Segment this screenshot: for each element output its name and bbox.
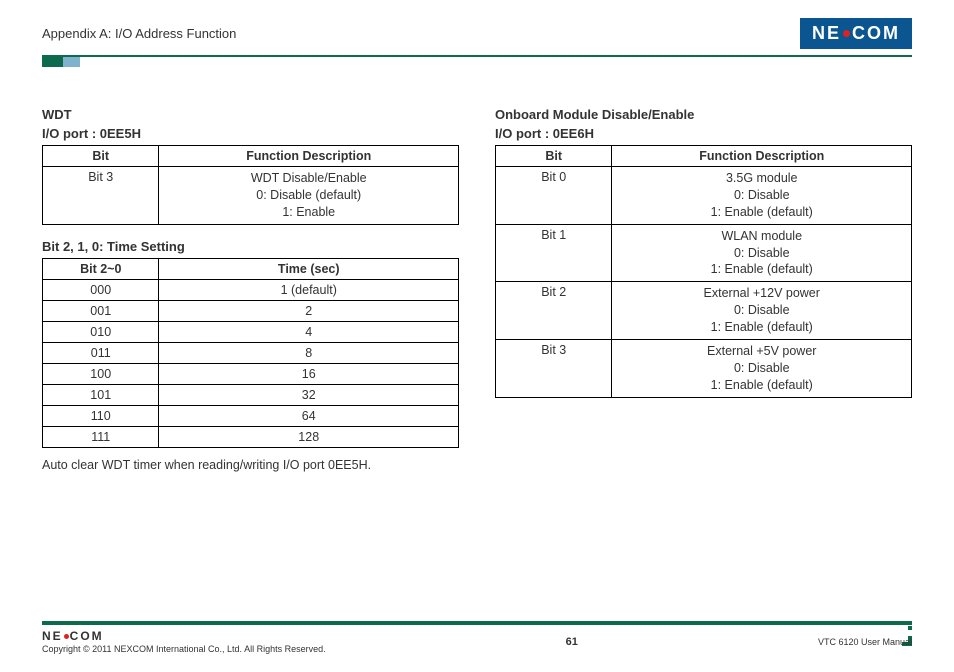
table-row: 0001 (default) bbox=[43, 279, 459, 300]
right-column: Onboard Module Disable/Enable I/O port :… bbox=[495, 107, 912, 472]
col-func: Function Description bbox=[159, 146, 459, 167]
desc-line: 1: Enable (default) bbox=[620, 204, 903, 221]
cell-desc: External +5V power0: Disable1: Enable (d… bbox=[612, 339, 912, 397]
cell-bit: Bit 0 bbox=[496, 167, 612, 225]
col-bit: Bit bbox=[43, 146, 159, 167]
left-column: WDT I/O port : 0EE5H Bit Function Descri… bbox=[42, 107, 459, 472]
table-header-row: Bit Function Description bbox=[43, 146, 459, 167]
desc-line: 0: Disable (default) bbox=[167, 187, 450, 204]
cell-bit: Bit 1 bbox=[496, 224, 612, 282]
wdt-table: Bit Function Description Bit 3 WDT Disab… bbox=[42, 145, 459, 225]
footer-logo-right: COM bbox=[70, 629, 104, 643]
table-header-row: Bit Function Description bbox=[496, 146, 912, 167]
desc-line: 0: Disable bbox=[620, 187, 903, 204]
module-port: I/O port : 0EE6H bbox=[495, 126, 912, 141]
cell-bit: Bit 3 bbox=[43, 167, 159, 225]
cell-bits: 111 bbox=[43, 426, 159, 447]
cell-desc: WLAN module0: Disable1: Enable (default) bbox=[612, 224, 912, 282]
cell-time: 64 bbox=[159, 405, 459, 426]
wdt-title: WDT bbox=[42, 107, 459, 122]
content-columns: WDT I/O port : 0EE5H Bit Function Descri… bbox=[42, 107, 912, 472]
table-row: Bit 2External +12V power0: Disable1: Ena… bbox=[496, 282, 912, 340]
wdt-note: Auto clear WDT timer when reading/writin… bbox=[42, 458, 459, 472]
col-bit: Bit bbox=[496, 146, 612, 167]
desc-line: 1: Enable (default) bbox=[620, 319, 903, 336]
desc-line: 0: Disable bbox=[620, 360, 903, 377]
desc-line: WDT Disable/Enable bbox=[167, 170, 450, 187]
accent-block bbox=[42, 57, 80, 67]
header-rule bbox=[42, 55, 912, 57]
page-footer: NE COM Copyright © 2011 NEXCOM Internati… bbox=[42, 621, 912, 654]
cell-bits: 110 bbox=[43, 405, 159, 426]
footer-rule bbox=[42, 621, 912, 625]
table-row: 0118 bbox=[43, 342, 459, 363]
cell-bits: 001 bbox=[43, 300, 159, 321]
cell-bits: 000 bbox=[43, 279, 159, 300]
cell-desc: WDT Disable/Enable 0: Disable (default) … bbox=[159, 167, 459, 225]
cell-desc: External +12V power0: Disable1: Enable (… bbox=[612, 282, 912, 340]
cell-bits: 101 bbox=[43, 384, 159, 405]
table-row: Bit 03.5G module0: Disable1: Enable (def… bbox=[496, 167, 912, 225]
wdt-port: I/O port : 0EE5H bbox=[42, 126, 459, 141]
desc-line: 1: Enable bbox=[167, 204, 450, 221]
manual-name: VTC 6120 User Manual bbox=[818, 637, 912, 647]
footer-logo-left: NE bbox=[42, 629, 63, 643]
cell-bits: 010 bbox=[43, 321, 159, 342]
desc-line: 1: Enable (default) bbox=[620, 261, 903, 278]
logo-text-left: NE bbox=[812, 23, 841, 44]
table-row: Bit 3 WDT Disable/Enable 0: Disable (def… bbox=[43, 167, 459, 225]
table-header-row: Bit 2~0 Time (sec) bbox=[43, 258, 459, 279]
cell-bit: Bit 2 bbox=[496, 282, 612, 340]
desc-line: WLAN module bbox=[620, 228, 903, 245]
table-row: Bit 3External +5V power0: Disable1: Enab… bbox=[496, 339, 912, 397]
nexcom-logo: NE COM bbox=[800, 18, 912, 49]
cell-time: 1 (default) bbox=[159, 279, 459, 300]
cell-time: 4 bbox=[159, 321, 459, 342]
cell-bits: 011 bbox=[43, 342, 159, 363]
table-row: Bit 1WLAN module0: Disable1: Enable (def… bbox=[496, 224, 912, 282]
page-header: Appendix A: I/O Address Function NE COM bbox=[42, 18, 912, 49]
page-number: 61 bbox=[566, 636, 578, 648]
appendix-title: Appendix A: I/O Address Function bbox=[42, 26, 236, 41]
module-table: Bit Function Description Bit 03.5G modul… bbox=[495, 145, 912, 398]
cell-time: 2 bbox=[159, 300, 459, 321]
cell-time: 8 bbox=[159, 342, 459, 363]
desc-line: 0: Disable bbox=[620, 245, 903, 262]
cell-desc: 3.5G module0: Disable1: Enable (default) bbox=[612, 167, 912, 225]
desc-line: 1: Enable (default) bbox=[620, 377, 903, 394]
logo-text-right: COM bbox=[852, 23, 900, 44]
cell-bits: 100 bbox=[43, 363, 159, 384]
col-time: Time (sec) bbox=[159, 258, 459, 279]
desc-line: 3.5G module bbox=[620, 170, 903, 187]
footer-logo-dot-icon bbox=[64, 634, 69, 639]
footer-logo: NE COM bbox=[42, 629, 326, 643]
cell-time: 128 bbox=[159, 426, 459, 447]
cell-bit: Bit 3 bbox=[496, 339, 612, 397]
col-bit20: Bit 2~0 bbox=[43, 258, 159, 279]
table-row: 11064 bbox=[43, 405, 459, 426]
time-table: Bit 2~0 Time (sec) 0001 (default)0012010… bbox=[42, 258, 459, 448]
table-row: 10016 bbox=[43, 363, 459, 384]
cell-time: 16 bbox=[159, 363, 459, 384]
table-row: 0104 bbox=[43, 321, 459, 342]
col-func: Function Description bbox=[612, 146, 912, 167]
logo-dot-icon bbox=[843, 30, 850, 37]
table-row: 111128 bbox=[43, 426, 459, 447]
table-row: 10132 bbox=[43, 384, 459, 405]
module-title: Onboard Module Disable/Enable bbox=[495, 107, 912, 122]
desc-line: External +12V power bbox=[620, 285, 903, 302]
copyright-text: Copyright © 2011 NEXCOM International Co… bbox=[42, 644, 326, 654]
table-row: 0012 bbox=[43, 300, 459, 321]
desc-line: 0: Disable bbox=[620, 302, 903, 319]
cell-time: 32 bbox=[159, 384, 459, 405]
desc-line: External +5V power bbox=[620, 343, 903, 360]
time-setting-heading: Bit 2, 1, 0: Time Setting bbox=[42, 239, 459, 254]
